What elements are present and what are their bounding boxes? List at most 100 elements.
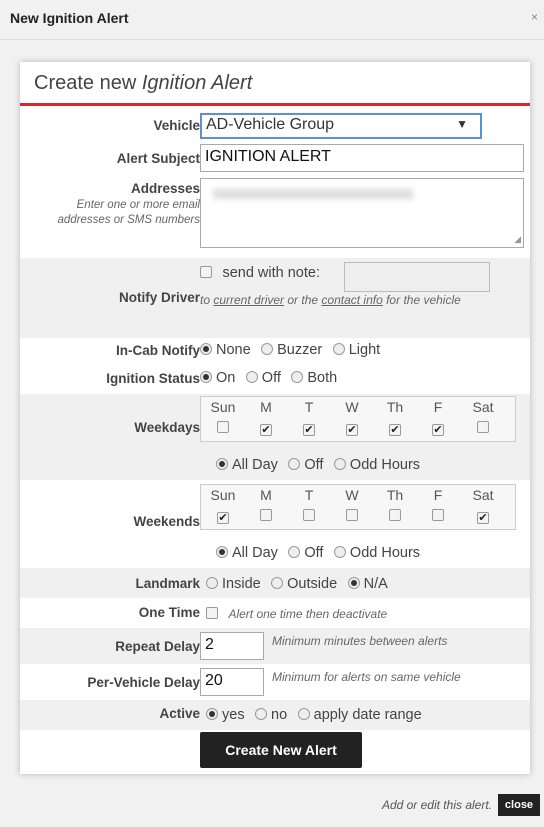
weekday-th-checkbox[interactable]: ✔ [389, 424, 401, 436]
weekend-th-checkbox[interactable] [389, 509, 401, 521]
ignition-status-radios: On Off Both [200, 369, 343, 387]
weekend-f-checkbox[interactable] [432, 509, 444, 521]
repeat-delay-hint: Minimum minutes between alerts [272, 634, 448, 648]
weekends-off-radio[interactable] [288, 546, 301, 558]
in-cab-buzzer-radio[interactable] [261, 343, 274, 355]
one-time-checkbox[interactable] [206, 607, 218, 619]
weekday-col-m: M ✔ [260, 399, 272, 436]
active-no-radio[interactable] [255, 708, 268, 720]
active-row: Active yes no apply date range [20, 700, 530, 730]
dialog-footer: Add or edit this alert. close [0, 784, 544, 827]
send-with-note-label: send with note: [222, 265, 320, 281]
notify-driver-row: Notify Driver send with note: to current… [20, 258, 530, 338]
create-alert-button[interactable]: Create New Alert [200, 732, 362, 768]
resize-handle-icon[interactable]: ◢ [514, 234, 521, 245]
weekends-oddhours-radio[interactable] [333, 546, 346, 558]
close-icon[interactable]: × [531, 10, 538, 24]
weekends-hours-radios: All Day Off Odd Hours [216, 544, 426, 562]
landmark-inside-radio[interactable] [206, 577, 218, 589]
weekday-t-checkbox[interactable]: ✔ [303, 424, 315, 436]
active-yes-radio[interactable] [206, 708, 218, 720]
weekday-col-w: W ✔ [345, 399, 359, 436]
weekends-day-grid: Sun ✔ M T W Th F Sat ✔ [200, 484, 516, 530]
weekdays-hours-option: Off [304, 457, 324, 473]
ignition-off-radio[interactable] [245, 371, 258, 383]
weekday-sun-checkbox[interactable] [217, 421, 229, 433]
footer-message: Add or edit this alert. [381, 798, 492, 812]
weekends-row: Weekends Sun ✔ M T W Th F Sat ✔ All Day Of… [20, 480, 530, 568]
one-time-text: Alert one time then deactivate [228, 607, 388, 621]
weekend-w-checkbox[interactable] [346, 509, 358, 521]
vehicle-label: Vehicle [153, 118, 200, 133]
weekday-f-checkbox[interactable]: ✔ [432, 424, 444, 436]
weekends-allday-radio[interactable] [216, 546, 228, 558]
dialog-header: Create new Ignition Alert [20, 62, 530, 106]
landmark-outside-radio[interactable] [271, 577, 284, 589]
repeat-delay-input[interactable]: 2 [200, 632, 264, 660]
weekend-m-checkbox[interactable] [260, 509, 272, 521]
weekday-sat-checkbox[interactable] [477, 421, 489, 433]
alert-form-dialog: Create new Ignition Alert Vehicle AD-Veh… [20, 62, 530, 774]
ignition-option: On [216, 370, 236, 386]
weekend-t-checkbox[interactable] [303, 509, 315, 521]
ignition-option: Off [261, 370, 281, 386]
addresses-row: Addresses Enter one or more email addres… [20, 176, 530, 258]
weekday-w-checkbox[interactable]: ✔ [346, 424, 358, 436]
landmark-radios: Inside Outside N/A [206, 575, 394, 593]
current-driver-link[interactable]: current driver [213, 293, 284, 307]
landmark-option: Outside [287, 576, 338, 592]
weekdays-oddhours-radio[interactable] [333, 458, 346, 470]
weekday-col-sun: Sun [203, 399, 243, 437]
weekday-col-t: T ✔ [303, 399, 315, 436]
weekend-col-f: F [418, 487, 458, 525]
in-cab-light-radio[interactable] [332, 343, 345, 355]
vehicle-select[interactable]: AD-Vehicle Group ▼ [200, 113, 482, 139]
weekends-hours-option: All Day [232, 545, 278, 561]
ignition-on-radio[interactable] [200, 371, 212, 383]
in-cab-none-radio[interactable] [200, 343, 212, 355]
per-vehicle-delay-row: Per-Vehicle Delay 20 Minimum for alerts … [20, 664, 530, 700]
weekend-sat-checkbox[interactable]: ✔ [477, 512, 489, 524]
notify-driver-description: to current driver or the contact info fo… [200, 293, 461, 307]
weekday-m-checkbox[interactable]: ✔ [260, 424, 272, 436]
active-label: Active [159, 706, 200, 721]
contact-info-link[interactable]: contact info [321, 293, 382, 307]
in-cab-label: In-Cab Notify [116, 343, 200, 358]
one-time-label: One Time [138, 605, 200, 620]
in-cab-option: Light [348, 342, 381, 358]
addresses-hint: Enter one or more email addresses or SMS… [57, 199, 200, 226]
per-vehicle-delay-input[interactable]: 20 [200, 668, 264, 696]
in-cab-option: Buzzer [277, 342, 323, 358]
window-titlebar: New Ignition Alert × [0, 0, 544, 40]
landmark-na-radio[interactable] [347, 577, 360, 589]
note-input[interactable] [344, 262, 490, 292]
active-option: no [271, 707, 288, 723]
subject-row: Alert Subject IGNITION ALERT [20, 142, 530, 176]
active-daterange-radio[interactable] [297, 708, 310, 720]
weekdays-row: Weekdays Sun M ✔ T ✔ W ✔ Th ✔ F ✔ Sat All Day… [20, 394, 530, 480]
close-button[interactable]: close [498, 794, 540, 816]
addresses-textarea[interactable]: ◢ [200, 178, 524, 248]
chevron-down-icon: ▼ [456, 117, 468, 131]
weekday-col-sat: Sat [463, 399, 503, 437]
weekend-col-sun: Sun ✔ [210, 487, 236, 524]
notify-driver-label: Notify Driver [118, 290, 200, 305]
weekend-col-m: M [246, 487, 286, 525]
in-cab-row: In-Cab Notify None Buzzer Light [20, 338, 530, 364]
weekdays-label: Weekdays [134, 420, 200, 435]
weekend-col-t: T [289, 487, 329, 525]
ignition-status-row: Ignition Status On Off Both [20, 366, 530, 394]
active-option: apply date range [313, 707, 422, 723]
landmark-label: Landmark [135, 576, 200, 591]
send-with-note-checkbox[interactable] [200, 266, 212, 278]
ignition-status-label: Ignition Status [106, 371, 200, 386]
subject-label: Alert Subject [116, 151, 200, 166]
weekend-sun-checkbox[interactable]: ✔ [217, 512, 229, 524]
weekdays-allday-radio[interactable] [216, 458, 228, 470]
weekdays-off-radio[interactable] [288, 458, 301, 470]
per-vehicle-delay-hint: Minimum for alerts on same vehicle [272, 670, 461, 684]
ignition-both-radio[interactable] [291, 371, 304, 383]
weekday-col-f: F ✔ [432, 399, 444, 436]
subject-input[interactable]: IGNITION ALERT [200, 144, 524, 172]
vehicle-select-value: AD-Vehicle Group [206, 116, 335, 133]
